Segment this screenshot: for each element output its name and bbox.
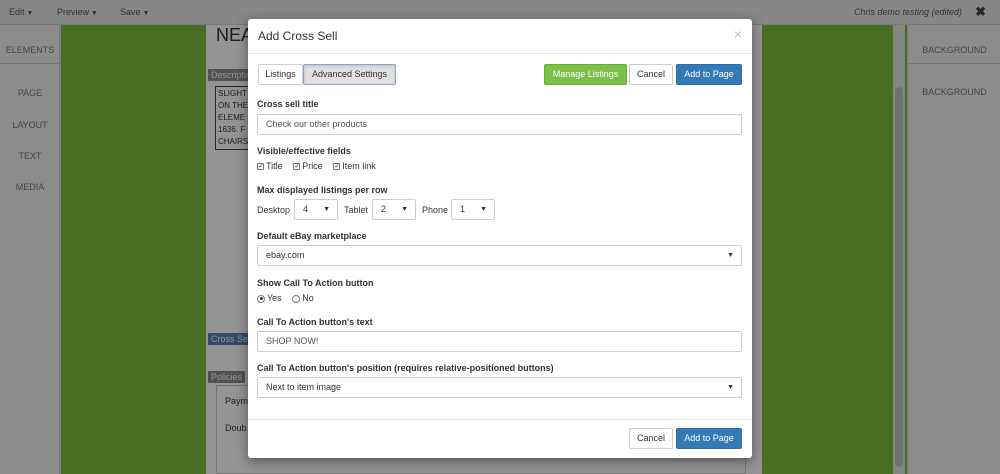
caret-down-icon: ▼ xyxy=(323,206,330,213)
cta-text-input[interactable]: SHOP NOW! xyxy=(257,331,742,352)
cta-show-label: Show Call To Action button xyxy=(257,278,374,288)
visible-fields-label: Visible/effective fields xyxy=(257,146,351,156)
tablet-label: Tablet xyxy=(344,205,369,215)
modal-title: Add Cross Sell xyxy=(258,29,338,43)
radio-empty-icon[interactable] xyxy=(292,294,301,303)
max-listings-label: Max displayed listings per row xyxy=(257,185,388,195)
close-icon[interactable]: × xyxy=(734,26,742,42)
radio-selected-icon[interactable] xyxy=(257,294,265,303)
radio-no[interactable]: No xyxy=(292,293,314,303)
phone-select[interactable]: 1 ▼ xyxy=(451,199,495,220)
desktop-label: Desktop xyxy=(257,205,291,215)
cta-position-label: Call To Action button's position (requir… xyxy=(257,363,554,373)
checkmark-icon[interactable]: ✓ xyxy=(257,163,264,171)
footer-add-to-page-button[interactable]: Add to Page xyxy=(676,428,742,449)
caret-down-icon: ▼ xyxy=(480,206,487,213)
cancel-button[interactable]: Cancel xyxy=(629,64,673,85)
footer-divider xyxy=(248,419,752,420)
tab-advanced-settings[interactable]: Advanced Settings xyxy=(303,64,396,85)
caret-down-icon: ▼ xyxy=(401,206,408,213)
cta-text-label: Call To Action button's text xyxy=(257,317,373,327)
checkbox-title[interactable]: ✓ Title xyxy=(257,161,283,171)
manage-listings-button[interactable]: Manage Listings xyxy=(544,64,627,85)
checkmark-icon[interactable]: ✓ xyxy=(333,163,341,171)
marketplace-label: Default eBay marketplace xyxy=(257,231,367,241)
tablet-select[interactable]: 2 ▼ xyxy=(372,199,416,220)
desktop-select[interactable]: 4 ▼ xyxy=(294,199,338,220)
marketplace-select[interactable]: ebay.com ▼ xyxy=(257,245,742,266)
footer-cancel-button[interactable]: Cancel xyxy=(629,428,673,449)
caret-down-icon: ▼ xyxy=(727,252,734,259)
cross-sell-title-input[interactable]: Check our other products xyxy=(257,114,742,135)
caret-down-icon: ▼ xyxy=(727,384,734,391)
phone-label: Phone xyxy=(422,205,449,215)
cta-position-select[interactable]: Next to item image ▼ xyxy=(257,377,742,398)
modal-header: Add Cross Sell × xyxy=(248,19,752,54)
tab-listings[interactable]: Listings xyxy=(258,64,303,85)
add-to-page-button[interactable]: Add to Page xyxy=(676,64,742,85)
checkbox-item-link[interactable]: ✓ Item link xyxy=(333,161,376,171)
cross-sell-title-label: Cross sell title xyxy=(257,99,319,109)
checkbox-price[interactable]: ✓ Price xyxy=(293,161,323,171)
add-cross-sell-modal: Add Cross Sell × Listings Advanced Setti… xyxy=(248,19,752,458)
visible-fields-checkboxes: ✓ Title ✓ Price ✓ Item link xyxy=(257,161,384,171)
cta-show-radios: Yes No xyxy=(257,293,322,303)
radio-yes[interactable]: Yes xyxy=(257,293,282,303)
checkmark-icon[interactable]: ✓ xyxy=(293,163,301,171)
